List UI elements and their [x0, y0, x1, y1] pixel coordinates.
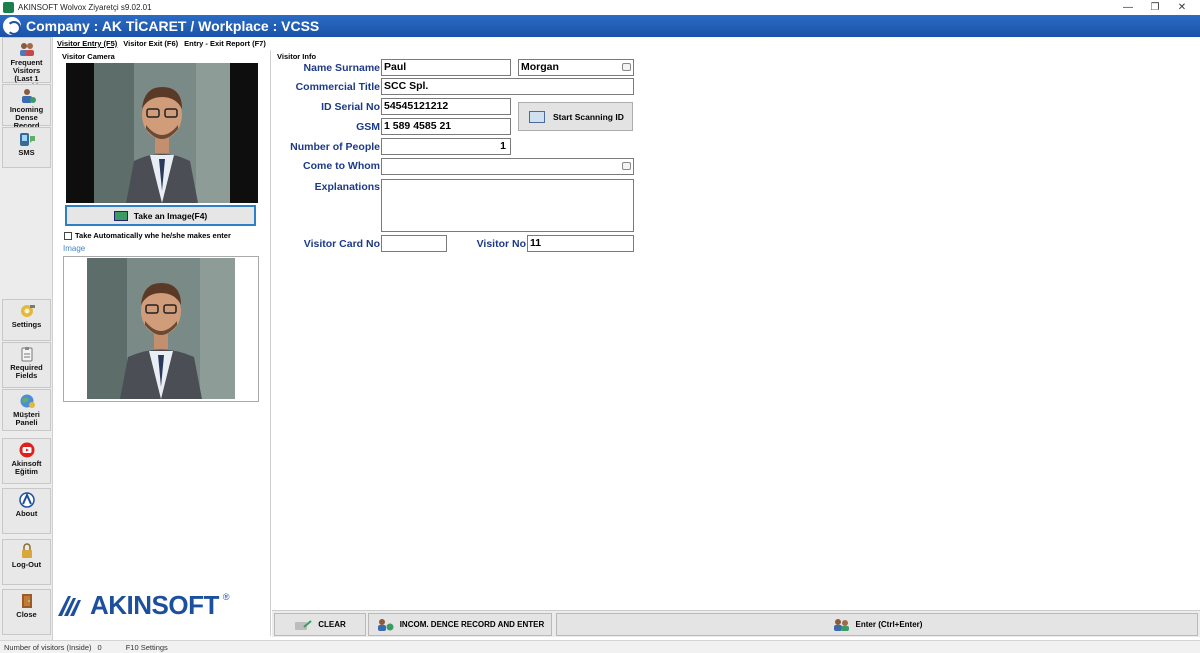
visitors-inside-count: 0 [97, 642, 102, 652]
clear-icon [295, 619, 312, 630]
scanner-icon [529, 110, 545, 123]
sidebar-item-label: Required Fields [10, 363, 43, 380]
window-title: AKINSOFT Wolvox Ziyaretçi s9.02.01 [18, 3, 152, 12]
auto-take-label: Take Automatically whe he/she makes ente… [75, 231, 231, 240]
enter-label: Enter (Ctrl+Enter) [855, 620, 923, 629]
sidebar-item-incoming-dense-record[interactable]: Incoming Dense Record [2, 84, 51, 130]
status-bar: Number of visitors (Inside) 0 F10 Settin… [0, 640, 1200, 653]
sidebar-item-settings[interactable]: Settings [2, 299, 51, 341]
camera-icon [113, 210, 128, 221]
explanations-label: Explanations [314, 181, 380, 193]
lock-icon [21, 543, 32, 558]
captured-portrait-image [87, 258, 235, 399]
visitor-info-label: Visitor Info [277, 52, 317, 61]
id-serial-field[interactable]: 54545121212 [381, 98, 511, 115]
number-of-people-label: Number of People [290, 141, 380, 153]
group-icon [21, 89, 36, 103]
sidebar-item-label: Close [16, 610, 37, 619]
number-of-people-field[interactable]: 1 [381, 138, 511, 155]
commercial-title-label: Commercial Title [295, 81, 380, 93]
camera-portrait-image [94, 63, 230, 203]
globe-icon [20, 394, 35, 408]
sidebar: Frequent Visitors (Last 1 Month) Incomin… [0, 37, 53, 640]
come-to-whom-label: Come to Whom [303, 160, 380, 172]
sidebar-item-akinsoft-egitim[interactable]: Akinsoft Eğitim [2, 438, 51, 484]
akinsoft-brand-logo: AKINSOFT ® [56, 590, 230, 621]
youtube-icon [19, 442, 34, 458]
title-bar: AKINSOFT Wolvox Ziyaretçi s9.02.01 [0, 0, 1200, 15]
company-header: Company : AK TİCARET / Workplace : VCSS [0, 15, 1200, 37]
come-to-whom-field[interactable] [381, 158, 634, 175]
akinsoft-mark-icon [58, 595, 81, 616]
visitor-card-label: Visitor Card No [303, 238, 380, 250]
tab-entry-exit-report[interactable]: Entry - Exit Report (F7) [184, 38, 266, 50]
tab-visitor-exit[interactable]: Visitor Exit (F6) [123, 38, 178, 50]
sidebar-item-label: Log-Out [11, 560, 42, 569]
clear-button[interactable]: CLEAR [274, 613, 366, 636]
surname-lookup-icon[interactable] [622, 63, 631, 71]
users-icon [19, 43, 34, 56]
enter-button[interactable]: Enter (Ctrl+Enter) [556, 613, 1198, 636]
enter-users-icon [833, 618, 849, 631]
sidebar-item-musteri-paneli[interactable]: Müşteri Paneli [2, 389, 51, 431]
clipboard-icon [21, 347, 32, 362]
gsm-label: GSM [356, 121, 380, 133]
sms-icon [19, 133, 35, 146]
tab-bar: Visitor Entry (F5) Visitor Exit (F6) Ent… [57, 38, 266, 50]
akinsoft-logo-icon [18, 492, 35, 508]
clear-label: CLEAR [318, 620, 346, 629]
company-title: Company : AK TİCARET / Workplace : VCSS [26, 18, 320, 34]
start-scanning-id-button[interactable]: Start Scanning ID [518, 102, 633, 131]
tab-visitor-entry[interactable]: Visitor Entry (F5) [57, 38, 117, 50]
gsm-field[interactable]: 1 589 4585 21 [381, 118, 511, 135]
id-serial-label: ID Serial No [321, 101, 380, 113]
panel-divider [270, 50, 271, 636]
visitor-card-field[interactable] [381, 235, 447, 252]
company-logo-icon [3, 17, 21, 35]
sidebar-item-label: SMS [18, 148, 35, 157]
take-image-button[interactable]: Take an Image(F4) [65, 205, 256, 226]
close-window-button[interactable]: ✕ [1164, 0, 1200, 15]
surname-field[interactable]: Morgan [518, 59, 634, 76]
visitor-no-field[interactable]: 11 [527, 235, 634, 252]
sidebar-item-frequent-visitors[interactable]: Frequent Visitors (Last 1 Month) [2, 37, 51, 91]
action-bar: CLEAR INCOM. DENCE RECORD AND ENTER Ente… [272, 610, 1200, 637]
visitor-camera-label: Visitor Camera [62, 52, 115, 61]
settings-icon [20, 305, 35, 317]
sidebar-item-close[interactable]: Close [2, 589, 51, 635]
name-surname-label: Name Surname [303, 62, 380, 74]
take-image-label: Take an Image(F4) [133, 210, 208, 221]
come-to-whom-lookup-icon[interactable] [622, 162, 631, 170]
group-enter-icon [377, 618, 394, 631]
auto-take-row: Take Automatically whe he/she makes ente… [64, 231, 231, 240]
sidebar-item-required-fields[interactable]: Required Fields [2, 342, 51, 388]
camera-preview [66, 63, 258, 203]
akinsoft-wordmark: AKINSOFT [90, 590, 219, 620]
visitors-inside-label: Number of visitors (Inside) [4, 642, 92, 652]
f10-settings-hint: F10 Settings [125, 642, 168, 652]
incom-label: INCOM. DENCE RECORD AND ENTER [399, 620, 545, 629]
sidebar-item-label: Müşteri Paneli [13, 410, 40, 427]
sidebar-item-label: Settings [11, 320, 42, 329]
image-label: Image [63, 244, 86, 253]
explanations-field[interactable] [381, 179, 634, 232]
captured-image-frame [63, 256, 259, 402]
sidebar-item-sms[interactable]: SMS [2, 127, 51, 168]
door-icon [21, 594, 32, 608]
auto-take-checkbox[interactable] [64, 231, 72, 240]
incom-dense-record-enter-button[interactable]: INCOM. DENCE RECORD AND ENTER [368, 613, 552, 636]
surname-value: Morgan [521, 61, 559, 73]
app-icon [3, 2, 14, 13]
commercial-title-field[interactable]: SCC Spl. [381, 78, 634, 95]
registered-mark: ® [222, 592, 230, 602]
sidebar-item-log-out[interactable]: Log-Out [2, 539, 51, 585]
sidebar-item-label: About [15, 509, 38, 518]
scan-button-label: Start Scanning ID [553, 111, 624, 122]
sidebar-item-label: Akinsoft Eğitim [11, 459, 42, 476]
first-name-field[interactable]: Paul [381, 59, 511, 76]
visitor-no-label: Visitor No [476, 238, 526, 250]
sidebar-item-about[interactable]: About [2, 488, 51, 534]
